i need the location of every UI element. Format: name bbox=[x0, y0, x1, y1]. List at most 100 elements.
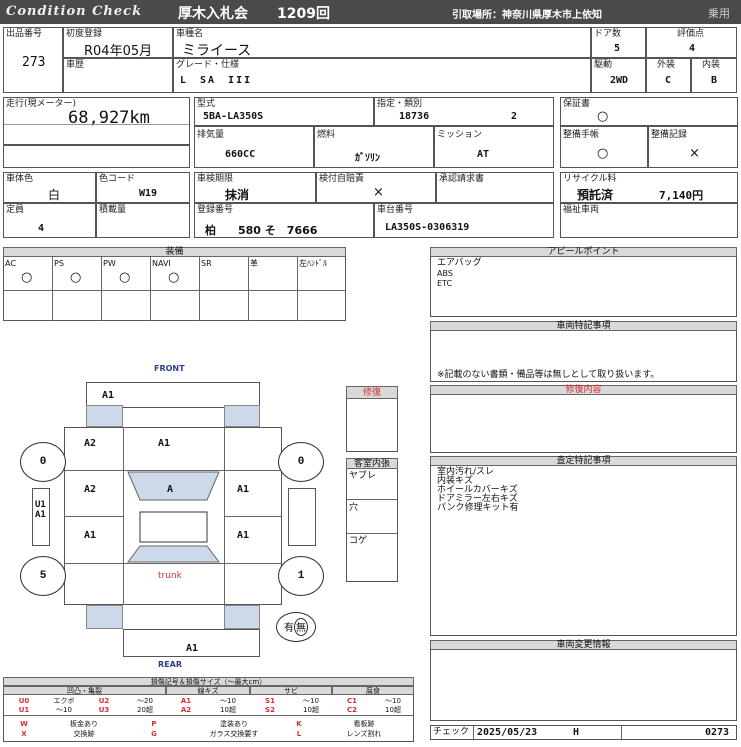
legend-code: U0 bbox=[18, 697, 30, 705]
interior-title: 客室内張 bbox=[346, 458, 398, 469]
legend-group-scratch: 線キズ bbox=[166, 686, 250, 695]
legend-code: L bbox=[296, 730, 302, 738]
assessment-item-5: パンク修理キット有 bbox=[437, 503, 519, 513]
legend-code: X bbox=[21, 730, 27, 738]
glass-code: A bbox=[167, 484, 174, 495]
legend-code: U3 bbox=[98, 706, 110, 714]
lot-number: 273 bbox=[22, 55, 46, 70]
chassis-number: LA350S-0306319 bbox=[385, 222, 470, 233]
front-label: FRONT bbox=[154, 364, 185, 373]
recycle-status: 預託済 bbox=[577, 188, 614, 202]
legend-code: U2 bbox=[98, 697, 110, 705]
equip-value-pw: ○ bbox=[119, 270, 131, 285]
mission: AT bbox=[477, 149, 490, 160]
cc-box: 排気量 660CC bbox=[194, 126, 314, 168]
appeal-title: アピールポイント bbox=[430, 247, 737, 257]
class-sub: 2 bbox=[511, 111, 518, 122]
report-title: Condition Check bbox=[6, 4, 143, 19]
car-name: ミライース bbox=[182, 43, 252, 59]
legend-desc: 10超 bbox=[220, 706, 236, 714]
color-box: 車体色 白 bbox=[3, 172, 96, 203]
repair-content-box: 修復内容 bbox=[430, 385, 737, 453]
int-box: 内装 B bbox=[691, 58, 737, 93]
engine-cc: 660CC bbox=[225, 149, 256, 160]
session-number: 1209回 bbox=[277, 6, 330, 22]
insurance-box: 検付自賠責 × bbox=[316, 172, 436, 203]
legend-desc: 20超 bbox=[137, 706, 153, 714]
interior-tear: ヤブレ bbox=[349, 471, 377, 481]
vehicle-type: 乗用 bbox=[708, 7, 730, 20]
equip-value-navi: ○ bbox=[168, 270, 180, 285]
appeal-etc: ETC bbox=[437, 279, 453, 288]
legend-desc: 10超 bbox=[385, 706, 401, 714]
first-registration-box: 初度登録 R04年05月 bbox=[63, 27, 173, 59]
spare-yes: 有 bbox=[284, 624, 294, 635]
rear-label: REAR bbox=[158, 660, 182, 669]
appeal-airbag: エアバッグ bbox=[437, 258, 482, 268]
right-side-panel bbox=[288, 488, 316, 546]
class-box: 指定・類別 18736 2 bbox=[374, 97, 554, 126]
glass-diagram bbox=[127, 471, 220, 563]
equip-label-ac: AC bbox=[5, 259, 16, 268]
spare-tire: 有無 bbox=[276, 612, 316, 642]
equip-value-ps: ○ bbox=[70, 270, 82, 285]
fuel-box: 燃料 ｶﾞｿﾘﾝ bbox=[314, 126, 434, 168]
equip-label-pw: PW bbox=[103, 259, 116, 268]
pickup-location: 引取場所：神奈川県厚木市上依知 bbox=[452, 10, 602, 21]
legend-code: A2 bbox=[180, 706, 192, 714]
repair-content-title: 修復内容 bbox=[430, 385, 737, 395]
right-headlight bbox=[224, 405, 260, 427]
legend-desc: ～10 bbox=[220, 697, 236, 705]
legend-desc: ～20 bbox=[137, 697, 153, 705]
legend-desc: レンズ割れ bbox=[346, 730, 382, 738]
color-code-box: 色コード W19 bbox=[96, 172, 190, 203]
capacity-box: 定員 4 bbox=[3, 203, 96, 238]
legend-code: K bbox=[296, 720, 302, 728]
notes-title: 車両特記事項 bbox=[430, 321, 737, 331]
door-right-code: A1 bbox=[237, 530, 250, 541]
check-row: チェック 2025/05/23 H 0273 bbox=[430, 725, 737, 740]
change-info-title: 車両変更情報 bbox=[430, 640, 737, 650]
legend-title: 損傷記号＆損傷サイズ（～最大cm） bbox=[3, 677, 414, 686]
welfare-box: 福祉車両 bbox=[560, 203, 738, 238]
tire-front-right: 0 bbox=[278, 442, 324, 482]
chassis-box: 車台番号 LA350S-0306319 bbox=[374, 203, 554, 238]
legend-code: W bbox=[20, 720, 28, 728]
model-box: 型式 5BA-LA350S bbox=[194, 97, 374, 126]
capacity: 4 bbox=[38, 223, 45, 234]
front-bumper-code: A1 bbox=[102, 390, 115, 401]
check-h: H bbox=[573, 727, 580, 738]
tire-rear-left: 5 bbox=[20, 556, 66, 596]
check-label: チェック bbox=[433, 727, 470, 737]
registration-number: 柏 580 そ 7666 bbox=[205, 224, 318, 237]
equipment-title: 装備 bbox=[3, 247, 346, 257]
legend-group-dent: 凹凸・亀裂 bbox=[3, 686, 166, 695]
bonnet-left-code: A2 bbox=[84, 438, 97, 449]
right-taillight bbox=[224, 605, 260, 629]
interior-grade: B bbox=[711, 75, 718, 86]
car-name-box: 車種名 ミライース bbox=[173, 27, 591, 59]
score: 4 bbox=[689, 43, 696, 54]
legend-code: A1 bbox=[180, 697, 192, 705]
legend-desc: ～10 bbox=[303, 697, 319, 705]
legend-desc: ～10 bbox=[56, 706, 72, 714]
drive-box: 駆動 2WD bbox=[591, 58, 646, 93]
tire-front-left: 0 bbox=[20, 442, 66, 482]
legend-desc: エクボ bbox=[53, 697, 75, 705]
legend-code: G bbox=[151, 730, 157, 738]
warranty: ○ bbox=[597, 109, 609, 124]
equip-label-navi: NAVI bbox=[152, 259, 171, 268]
repair-side-box: 修復 bbox=[346, 386, 398, 452]
interior-burn: コゲ bbox=[349, 536, 368, 546]
legend-desc: 塗装あり bbox=[220, 720, 248, 728]
mileage: 68,927km bbox=[68, 108, 150, 128]
grade: L SA III bbox=[180, 75, 253, 86]
lot-box: 出品番号 273 bbox=[3, 27, 63, 93]
legend-code: C1 bbox=[346, 697, 357, 705]
legend-group-rust: サビ bbox=[250, 686, 332, 695]
door-left-code: A1 bbox=[84, 530, 97, 541]
first-registration: R04年05月 bbox=[84, 44, 153, 59]
legend-code: U1 bbox=[18, 706, 30, 714]
class-number: 18736 bbox=[399, 111, 430, 122]
legend-group-corrosion: 腐食 bbox=[332, 686, 414, 695]
